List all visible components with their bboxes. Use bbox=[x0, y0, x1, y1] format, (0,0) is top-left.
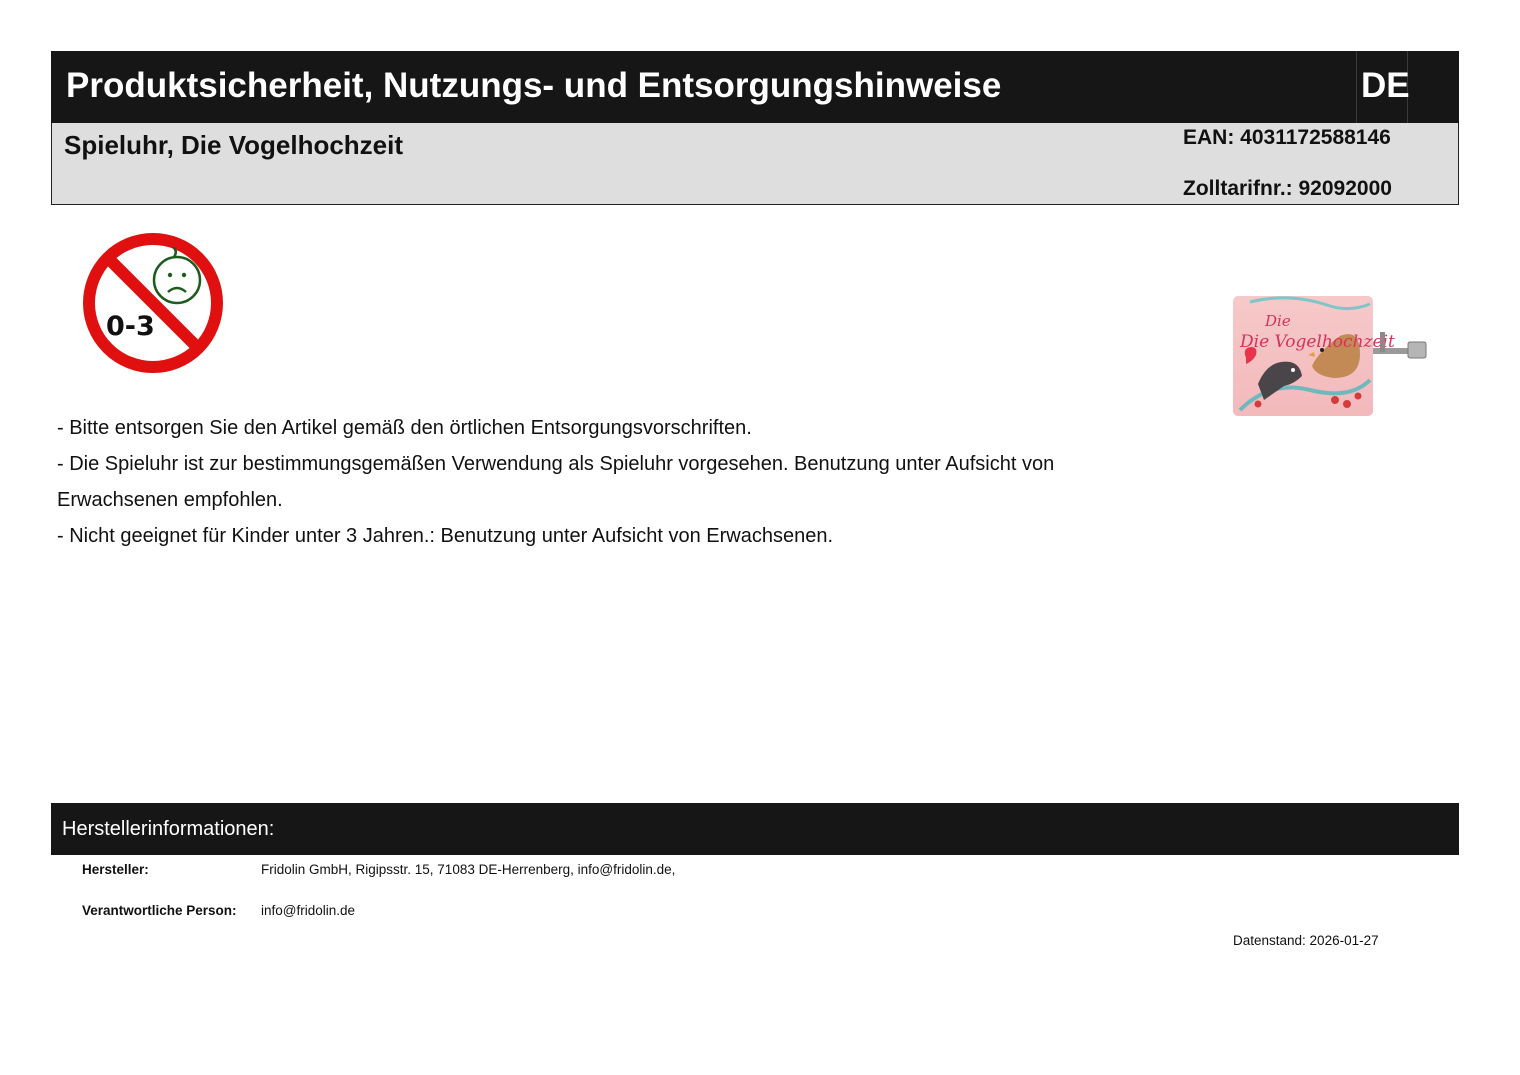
manufacturer-section-header: Herstellerinformationen: bbox=[51, 803, 1459, 855]
note-age-restriction: - Nicht geeignet für Kinder unter 3 Jahr… bbox=[57, 525, 834, 547]
product-name: Spieluhr, Die Vogelhochzeit bbox=[64, 130, 404, 160]
language-box: DE bbox=[1356, 51, 1410, 123]
responsible-person-value: info@fridolin.de bbox=[261, 903, 356, 918]
header-bar: Produktsicherheit, Nutzungs- und Entsorg… bbox=[51, 51, 1459, 123]
note-intended-use: - Die Spieluhr ist zur bestimmungsgemäße… bbox=[57, 453, 1055, 511]
manufacturer-value: Fridolin GmbH, Rigipsstr. 15, 71083 DE-H… bbox=[261, 862, 676, 877]
customs-tariff-number: Zolltarifnr.: 92092000 bbox=[1183, 177, 1392, 200]
manufacturer-label: Hersteller: bbox=[82, 862, 149, 877]
data-date: Datenstand: 2026-01-27 bbox=[1233, 933, 1379, 948]
responsible-person-label: Verantwortliche Person: bbox=[82, 903, 237, 918]
safety-notes: - Bitte entsorgen Sie den Artikel gemäß … bbox=[57, 410, 1057, 554]
product-photo-label: Die Vogelhochzeit bbox=[1239, 332, 1395, 352]
svg-text:Die: Die bbox=[1264, 312, 1291, 330]
ean-number: EAN: 4031172588146 bbox=[1183, 126, 1391, 149]
age-label: 0-3 bbox=[106, 311, 155, 342]
not-for-children-under-3-icon: 0-3 bbox=[83, 233, 223, 373]
manufacturer-section-title: Herstellerinformationen: bbox=[62, 818, 275, 840]
product-photo: Die Die Vogelhochzeit bbox=[1233, 296, 1427, 416]
page-title: Produktsicherheit, Nutzungs- und Entsorg… bbox=[66, 66, 1002, 105]
product-info-bar: Spieluhr, Die Vogelhochzeit EAN: 4031172… bbox=[51, 123, 1459, 205]
language-code: DE bbox=[1361, 66, 1410, 105]
note-disposal: - Bitte entsorgen Sie den Artikel gemäß … bbox=[57, 417, 752, 439]
